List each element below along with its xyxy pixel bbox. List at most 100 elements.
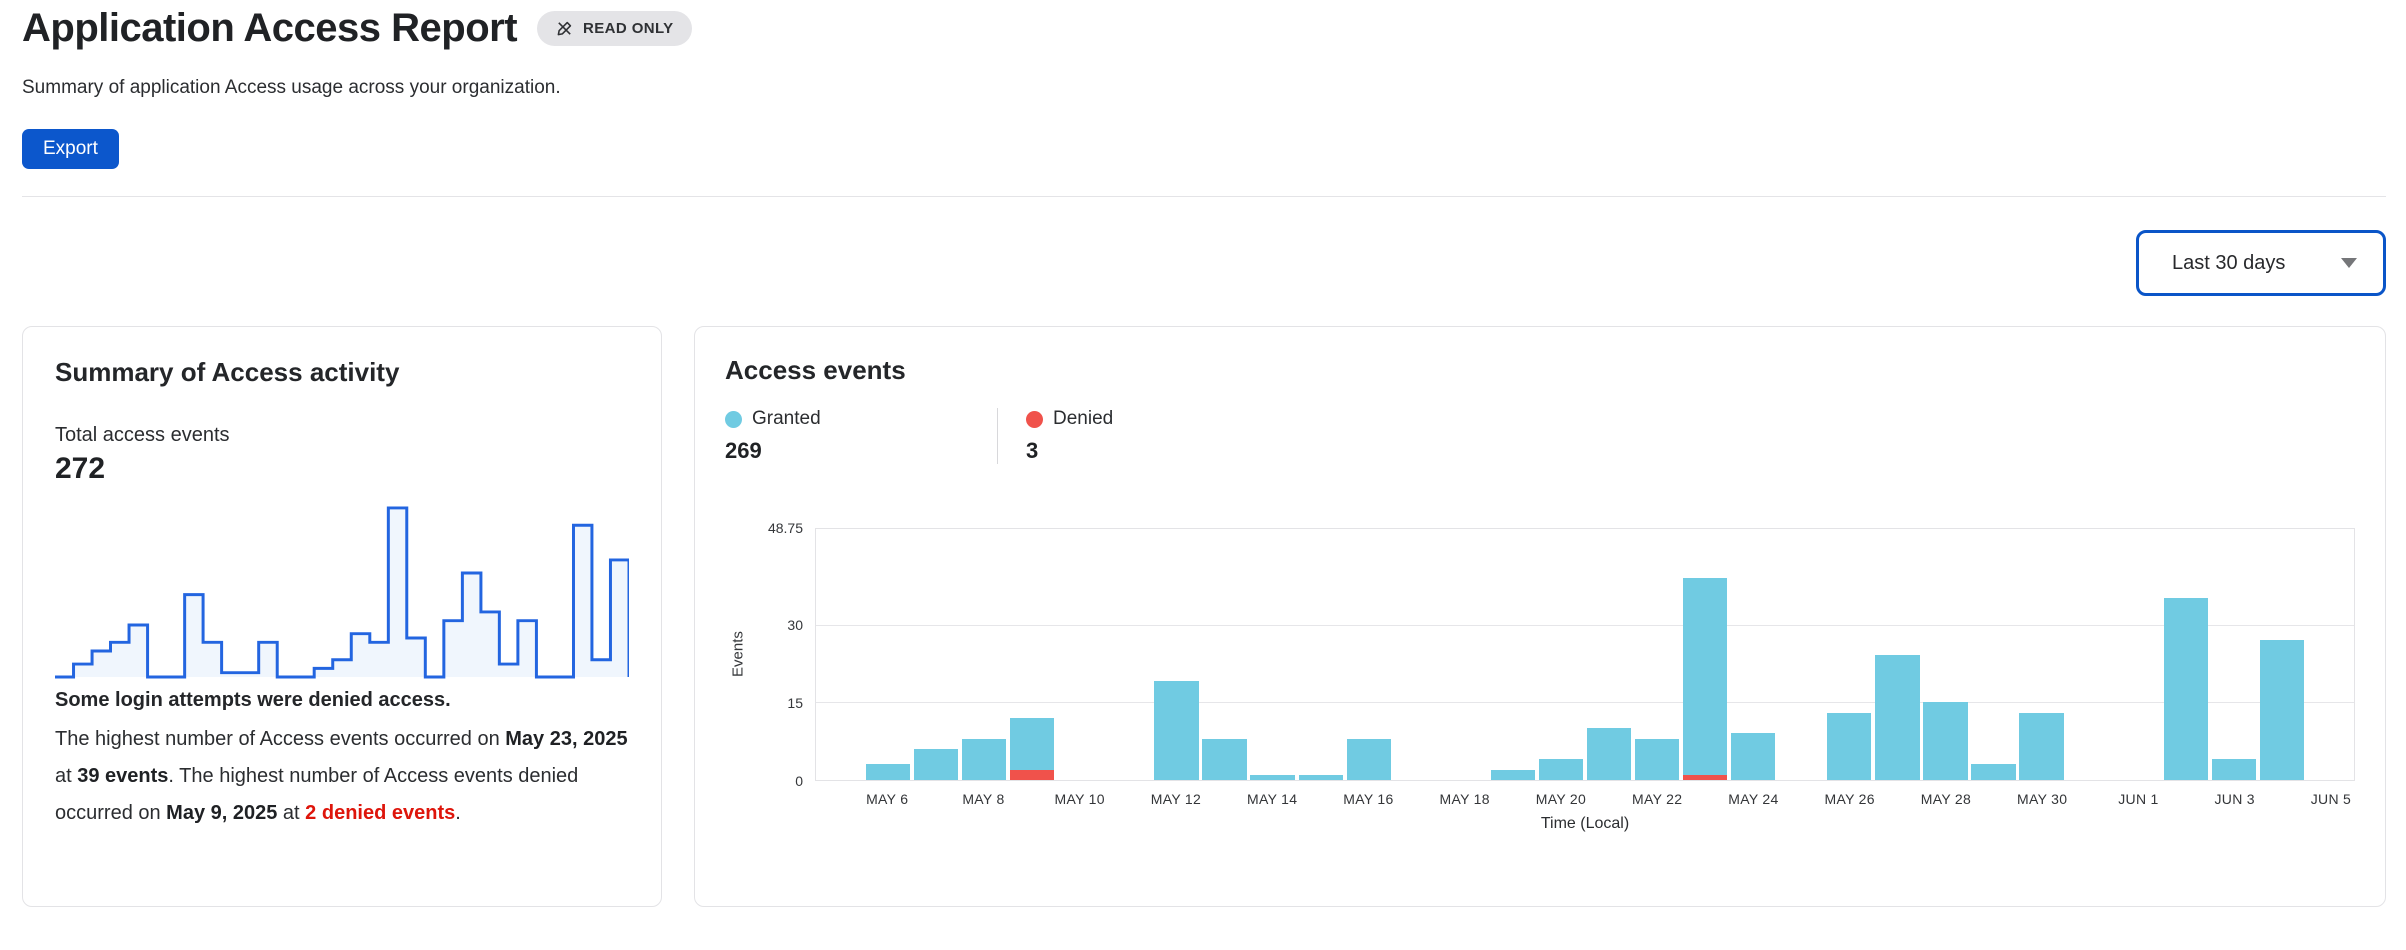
peak-denied-count: 2 denied events <box>305 802 455 824</box>
bar-slot[interactable] <box>1393 529 1441 780</box>
granted-value: 269 <box>725 438 997 464</box>
granted-dot-icon <box>725 411 742 428</box>
x-tick-cell: MAY 20 <box>1537 791 1585 811</box>
x-tick-label: MAY 28 <box>1921 791 1971 811</box>
x-tick-label: JUN 1 <box>2118 791 2158 811</box>
y-axis-ticks: 48.7530150 <box>751 528 815 781</box>
details-text: The highest number of Access events occu… <box>55 728 505 750</box>
granted-bar <box>1250 775 1294 780</box>
bars-row <box>816 529 2354 780</box>
bar-slot[interactable] <box>960 529 1008 780</box>
chevron-down-icon <box>2341 258 2357 268</box>
controls-row: Last 30 days <box>22 230 2386 296</box>
bar-slot[interactable] <box>2210 529 2258 780</box>
bar-slot[interactable] <box>1441 529 1489 780</box>
x-tick-label: MAY 10 <box>1055 791 1105 811</box>
summary-card-title: Summary of Access activity <box>55 357 629 388</box>
x-tick-label: MAY 14 <box>1247 791 1297 811</box>
bar-stack <box>2019 713 2063 781</box>
bar-slot[interactable] <box>1681 529 1729 780</box>
sparkline-chart <box>55 504 629 679</box>
bar-slot[interactable] <box>1056 529 1104 780</box>
x-tick-label: MAY 18 <box>1440 791 1490 811</box>
granted-bar <box>1827 713 1871 781</box>
bar-plot <box>815 528 2355 781</box>
chart-legend: Granted 269 Denied 3 <box>725 408 2355 464</box>
x-tick-cell <box>2259 791 2307 811</box>
bar-slot[interactable] <box>1152 529 1200 780</box>
header: Application Access Report READ ONLY <box>22 6 2386 51</box>
bar-stack <box>1683 578 1727 780</box>
x-tick-cell <box>1970 791 2018 811</box>
bar-slot[interactable] <box>1008 529 1056 780</box>
granted-bar <box>1202 739 1246 781</box>
x-tick-cell <box>815 791 863 811</box>
x-axis-ticks: MAY 6MAY 8MAY 10MAY 12MAY 14MAY 16MAY 18… <box>815 791 2355 811</box>
bar-slot[interactable] <box>1970 529 2018 780</box>
bar-slot[interactable] <box>2114 529 2162 780</box>
bar-slot[interactable] <box>1585 529 1633 780</box>
granted-bar <box>1635 739 1679 781</box>
bar-stack <box>962 739 1006 781</box>
x-tick-cell <box>1296 791 1344 811</box>
y-tick-label: 0 <box>795 771 803 791</box>
x-tick-cell <box>1008 791 1056 811</box>
granted-bar <box>1731 733 1775 780</box>
bar-slot[interactable] <box>1537 529 1585 780</box>
bar-slot[interactable] <box>1777 529 1825 780</box>
x-tick-cell: JUN 5 <box>2307 791 2355 811</box>
y-tick-label: 30 <box>787 615 803 635</box>
x-tick-label: MAY 24 <box>1728 791 1778 811</box>
denied-label: Denied <box>1053 408 1113 430</box>
bar-stack <box>1587 728 1631 780</box>
granted-bar <box>1875 655 1919 780</box>
granted-bar <box>2019 713 2063 781</box>
x-tick-label: MAY 20 <box>1536 791 1586 811</box>
x-tick-cell: MAY 22 <box>1633 791 1681 811</box>
bar-slot[interactable] <box>1104 529 1152 780</box>
bar-stack <box>2212 759 2256 780</box>
x-tick-cell <box>1778 791 1826 811</box>
bar-stack <box>914 749 958 780</box>
bar-slot[interactable] <box>1729 529 1777 780</box>
bar-slot[interactable] <box>1201 529 1249 780</box>
time-range-select[interactable]: Last 30 days <box>2136 230 2386 296</box>
bar-stack <box>1202 739 1246 781</box>
granted-bar <box>1923 702 1967 780</box>
peak-date: May 23, 2025 <box>505 728 627 750</box>
bar-slot[interactable] <box>1825 529 1873 780</box>
bar-stack <box>1731 733 1775 780</box>
x-tick-cell: MAY 26 <box>1826 791 1874 811</box>
read-only-label: READ ONLY <box>583 20 674 37</box>
granted-bar <box>1539 759 1583 780</box>
bar-slot[interactable] <box>1297 529 1345 780</box>
granted-label: Granted <box>752 408 821 430</box>
bar-chart: Events 48.7530150 MAY 6MAY 8MAY 10MAY 12… <box>725 528 2355 833</box>
bar-slot[interactable] <box>1249 529 1297 780</box>
bar-slot[interactable] <box>2162 529 2210 780</box>
bar-slot[interactable] <box>2306 529 2354 780</box>
bar-slot[interactable] <box>912 529 960 780</box>
granted-bar <box>1683 578 1727 775</box>
x-tick-cell: JUN 1 <box>2114 791 2162 811</box>
x-tick-cell: MAY 12 <box>1152 791 1200 811</box>
bar-stack <box>1250 775 1294 780</box>
x-tick-cell: MAY 10 <box>1056 791 1104 811</box>
bar-slot[interactable] <box>1489 529 1537 780</box>
bar-stack <box>1875 655 1919 780</box>
access-events-title: Access events <box>725 355 2355 386</box>
bar-slot[interactable] <box>1633 529 1681 780</box>
bar-slot[interactable] <box>1921 529 1969 780</box>
export-button[interactable]: Export <box>22 129 119 169</box>
bar-slot[interactable] <box>864 529 912 780</box>
bar-slot[interactable] <box>816 529 864 780</box>
cards-row: Summary of Access activity Total access … <box>22 326 2386 907</box>
bar-slot[interactable] <box>2258 529 2306 780</box>
total-events-value: 272 <box>55 452 629 486</box>
bar-stack <box>1491 770 1535 780</box>
x-tick-label: JUN 5 <box>2311 791 2351 811</box>
bar-slot[interactable] <box>2066 529 2114 780</box>
bar-slot[interactable] <box>2018 529 2066 780</box>
bar-slot[interactable] <box>1873 529 1921 780</box>
bar-slot[interactable] <box>1345 529 1393 780</box>
